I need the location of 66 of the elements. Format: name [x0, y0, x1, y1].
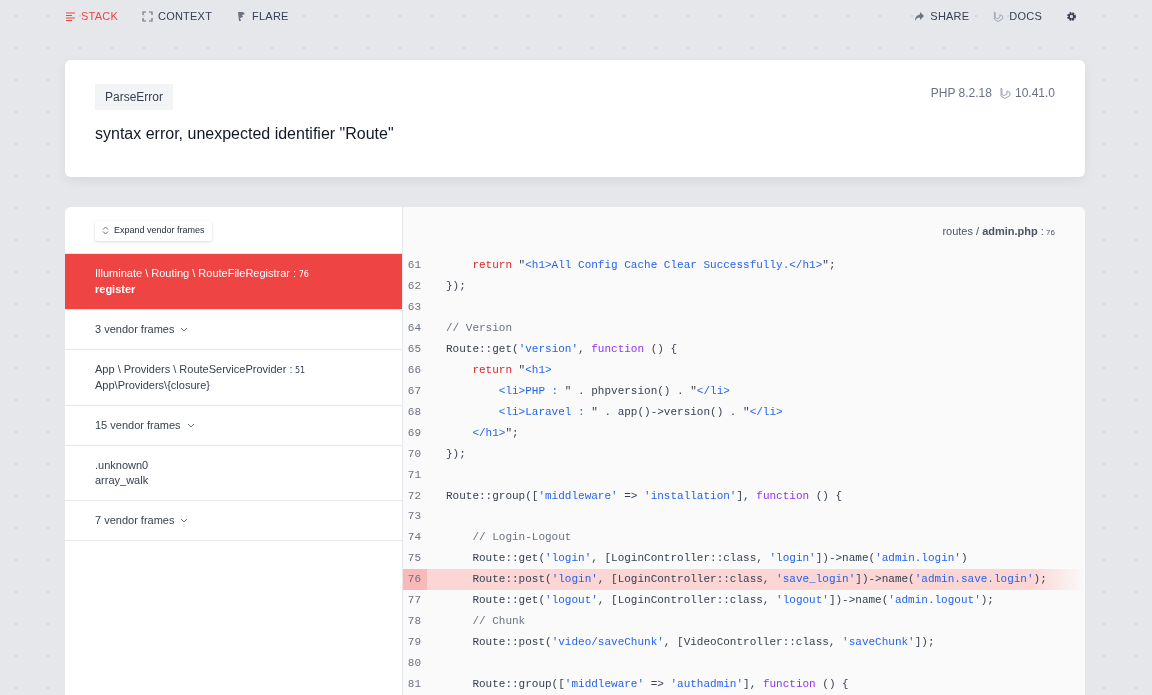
settings-button[interactable] [1066, 10, 1077, 22]
stack-frame[interactable]: .unknown0 array_walk [65, 446, 402, 501]
code-line: }); [446, 446, 466, 462]
chevron-down-icon [180, 518, 189, 523]
file-path: routes / admin.php : 76 [941, 224, 1056, 239]
line-number: 61 [406, 258, 422, 274]
line-number: 67 [406, 383, 422, 399]
stack-frame[interactable]: Illuminate \ Routing \ RouteFileRegistrar : 76 register [65, 254, 402, 310]
php-version: PHP 8.2.18 [930, 85, 992, 102]
laravel-version: 10.41.0 [1014, 85, 1055, 102]
expand-vendor-frames-button[interactable]: Expand vendor frames [95, 221, 212, 241]
laravel-logo-icon [999, 87, 1011, 99]
context-tab[interactable]: CONTEXT [141, 7, 213, 25]
vendor-frames-toggle[interactable]: 7 vendor frames [65, 501, 402, 541]
flare-tab[interactable]: FLARE [236, 7, 289, 25]
code-line: // Login-Logout [471, 530, 572, 546]
line-number: 64 [406, 321, 422, 337]
code-line: <li>Laravel : " . app()->version() . "</li> [497, 404, 783, 420]
line-number: 69 [406, 425, 422, 441]
chevron-down-icon [186, 423, 195, 428]
code-line: Route::get('version', function () { [446, 341, 678, 357]
docs-link[interactable]: DOCS [993, 7, 1042, 25]
line-number: 78 [406, 614, 422, 630]
exception-type-label: ParseError [95, 84, 173, 110]
vendor-frames-toggle[interactable]: 15 vendor frames [65, 406, 402, 446]
expand-icon [102, 226, 109, 236]
flare-icon [236, 10, 248, 22]
code-line: Route::post('video/saveChunk', [VideoController::class, 'saveChunk']); [471, 635, 935, 651]
line-number: 68 [406, 404, 422, 420]
code-line: return "<h1>All Config Cache Clear Successfully.</h1>"; [471, 258, 836, 274]
line-number: 70 [406, 446, 422, 462]
line-number: 73 [406, 509, 422, 525]
line-number: 65 [406, 341, 422, 357]
line-number: 72 [406, 488, 422, 504]
code-line: Route::post('login', [LoginController::class, 'save_login'])->name('admin.save.login'); [471, 572, 1047, 588]
stack-frame[interactable]: App \ Providers \ RouteServiceProvider : 51 App\Providers\{closure} [65, 350, 402, 406]
line-number: 63 [406, 300, 422, 316]
line-number: 75 [406, 551, 422, 567]
share-link[interactable]: SHARE [914, 7, 970, 25]
line-number: 62 [406, 279, 422, 295]
code-line: }); [446, 279, 466, 295]
code-line: // Chunk [471, 614, 526, 630]
settings-icon [1066, 10, 1077, 22]
code-line: Route::group(['middleware' => 'authadmin'], function () { [471, 676, 849, 692]
line-number: 74 [406, 530, 422, 546]
list-icon [65, 10, 76, 22]
chevron-down-icon [180, 327, 189, 332]
line-number: 77 [406, 593, 422, 609]
line-number: 81 [406, 676, 422, 692]
line-number: 76 [403, 569, 427, 590]
error-message: syntax error, unexpected identifier "Route" [95, 124, 394, 144]
code-line: // Version [446, 321, 512, 337]
code-line: Route::get('login', [LoginController::class, 'login'])->name('admin.login') [471, 551, 968, 567]
code-line: Route::group(['middleware' => 'installation'], function () { [446, 488, 843, 504]
line-number: 66 [406, 362, 422, 378]
code-line: return "<h1> [471, 362, 552, 378]
code-line: </h1>"; [471, 425, 519, 441]
frame-corners-icon [141, 10, 153, 22]
laravel-logo-icon [993, 10, 1005, 22]
line-number: 79 [406, 635, 422, 651]
line-number: 71 [406, 467, 422, 483]
code-line: Route::get('logout', [LoginController::class, 'logout'])->name('admin.logout'); [471, 593, 994, 609]
vendor-frames-toggle[interactable]: 3 vendor frames [65, 310, 402, 350]
line-number: 80 [406, 656, 422, 672]
code-line: <li>PHP : " . phpversion() . "</li> [497, 383, 730, 399]
share-arrow-icon [914, 10, 926, 22]
